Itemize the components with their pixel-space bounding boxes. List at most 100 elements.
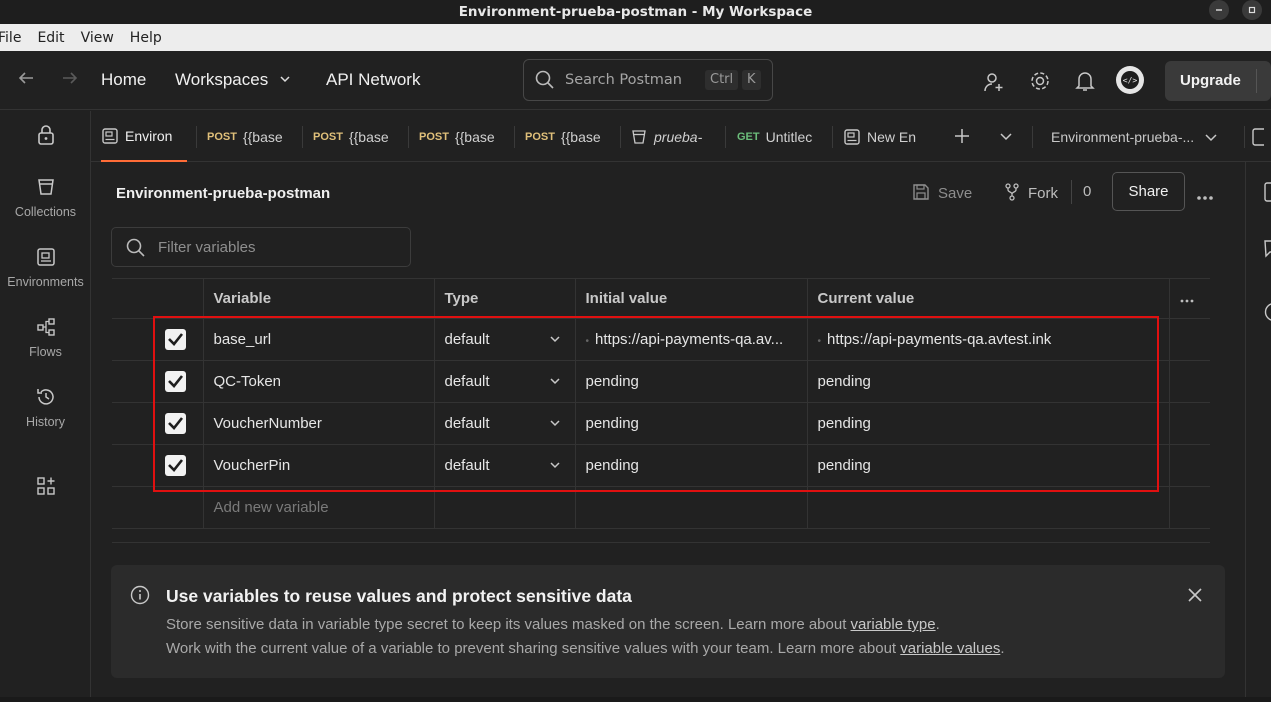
header-initial-value: Initial value [574,278,808,319]
upgrade-button[interactable]: Upgrade [1165,61,1271,101]
comments-icon[interactable] [1264,238,1271,262]
current-value-cell[interactable]: pending [806,444,1170,487]
menu-view[interactable]: View [81,30,114,46]
shortcut-k: K [742,70,761,90]
environment-selector-label: Environment-prueba-... [1051,128,1195,145]
search-input[interactable]: Search Postman Ctrl K [523,59,773,101]
apps-grid-icon[interactable] [0,476,91,500]
svg-text:</>: </> [1123,76,1138,85]
fork-button[interactable]: Fork [1004,183,1058,202]
variable-name-cell[interactable]: base_url [202,318,435,361]
tab-collection[interactable]: prueba- [631,111,717,162]
environment-selector[interactable]: Environment-prueba-... [1051,111,1236,162]
row-enabled-checkbox[interactable] [165,413,186,434]
sidebar-item-collections[interactable]: Collections [0,177,91,219]
workspaces-menu[interactable]: Workspaces [175,70,291,90]
header-current-value: Current value [806,278,1170,319]
table-row: VoucherNumber default pending pending [112,402,1210,445]
save-icon [913,184,929,200]
initial-value-cell[interactable]: pending [574,402,808,445]
menu-file[interactable]: File [0,30,21,46]
status-bar [0,697,1271,702]
forward-arrow-icon[interactable] [61,68,79,92]
chevron-down-icon [549,462,560,469]
row-enabled-checkbox[interactable] [165,455,186,476]
initial-value-cell[interactable]: pending [574,444,808,487]
current-value-cell[interactable]: pending [806,360,1170,403]
environment-editor: Environment-prueba-postman Save Fork 0 S… [92,162,1245,697]
tab-request-get[interactable]: GET Untitlec [737,111,823,162]
current-value-cell[interactable]: pending [806,402,1170,445]
maximize-button[interactable] [1242,0,1262,20]
notifications-bell-icon[interactable] [1075,70,1095,96]
minimize-button[interactable] [1209,0,1229,20]
info-side-icon[interactable] [1264,302,1271,326]
save-button[interactable]: Save [912,183,972,202]
upgrade-divider [1256,69,1257,93]
filter-variables-input[interactable]: Filter variables [111,227,411,267]
type-select[interactable]: default [433,402,576,445]
sidebar-item-history[interactable]: History [0,387,91,429]
settings-gear-icon[interactable] [1029,70,1051,96]
table-row: VoucherPin default pending pending [112,444,1210,487]
tab-label: Untitlec [765,128,813,145]
variable-values-link[interactable]: variable values [900,640,1000,657]
method-badge: POST [525,130,555,143]
more-options-icon[interactable] [1196,189,1214,205]
avatar[interactable]: </> [1115,65,1145,99]
variable-name-cell[interactable]: VoucherPin [202,444,435,487]
menu-edit[interactable]: Edit [37,30,64,46]
fork-count[interactable]: 0 [1083,183,1091,200]
tab-environment[interactable]: Environ [101,111,187,162]
sidebar-item-environments[interactable]: Environments [0,247,91,289]
add-variable-row: Add new variable [112,486,1210,529]
lock-icon[interactable] [0,125,91,149]
type-value: default [444,415,490,432]
table-scrollbar[interactable] [112,542,1210,543]
row-enabled-checkbox[interactable] [165,329,186,350]
initial-value-cell[interactable]: pending [574,360,808,403]
variable-type-link[interactable]: variable type [851,616,936,633]
upgrade-label: Upgrade [1180,72,1241,89]
tab-request-1[interactable]: POST {{base [207,111,293,162]
table-row: QC-Token default pending pending [112,360,1210,403]
tab-new-environment[interactable]: New En [843,111,929,162]
current-value-cell[interactable]: • https://api-payments-qa.avtest.ink [806,318,1170,361]
tab-label: prueba- [654,128,703,145]
search-icon [126,238,145,257]
tab-request-2[interactable]: POST {{base [313,111,399,162]
invite-user-icon[interactable] [983,71,1005,97]
type-select[interactable]: default [433,360,576,403]
sidebar-item-flows[interactable]: Flows [0,317,91,359]
back-arrow-icon[interactable] [17,68,35,92]
tabs-chevron-down-icon[interactable] [999,129,1013,147]
tab-label: {{base [242,128,283,145]
window-titlebar: Environment-prueba-postman - My Workspac… [0,0,1271,24]
initial-value-cell[interactable]: • https://api-payments-qa.av... [574,318,808,361]
tab-request-4[interactable]: POST {{base [525,111,611,162]
chevron-down-icon [549,378,560,385]
menu-help[interactable]: Help [130,30,162,46]
api-network-link[interactable]: API Network [326,70,420,90]
fork-label: Fork [1028,185,1058,202]
share-button[interactable]: Share [1112,172,1185,211]
home-link[interactable]: Home [101,70,146,90]
variable-name-cell[interactable]: VoucherNumber [202,402,435,445]
column-options-icon[interactable] [1168,278,1210,319]
initial-value: https://api-payments-qa.av... [595,331,784,348]
environment-quick-look-icon[interactable] [1252,128,1268,150]
variable-name-cell[interactable]: QC-Token [202,360,435,403]
type-value: default [444,373,490,390]
new-tab-plus-icon[interactable] [953,127,971,149]
row-enabled-checkbox[interactable] [165,371,186,392]
tab-request-3[interactable]: POST {{base [419,111,505,162]
type-select[interactable]: default [433,318,576,361]
checkmark-icon [168,459,184,472]
type-select[interactable]: default [433,444,576,487]
documentation-icon[interactable] [1264,182,1271,206]
tab-label: New En [867,128,917,145]
close-icon[interactable] [1187,587,1203,606]
add-new-variable-input[interactable]: Add new variable [202,486,435,529]
tab-label: Environ [125,127,173,144]
minimize-icon [1216,9,1222,11]
